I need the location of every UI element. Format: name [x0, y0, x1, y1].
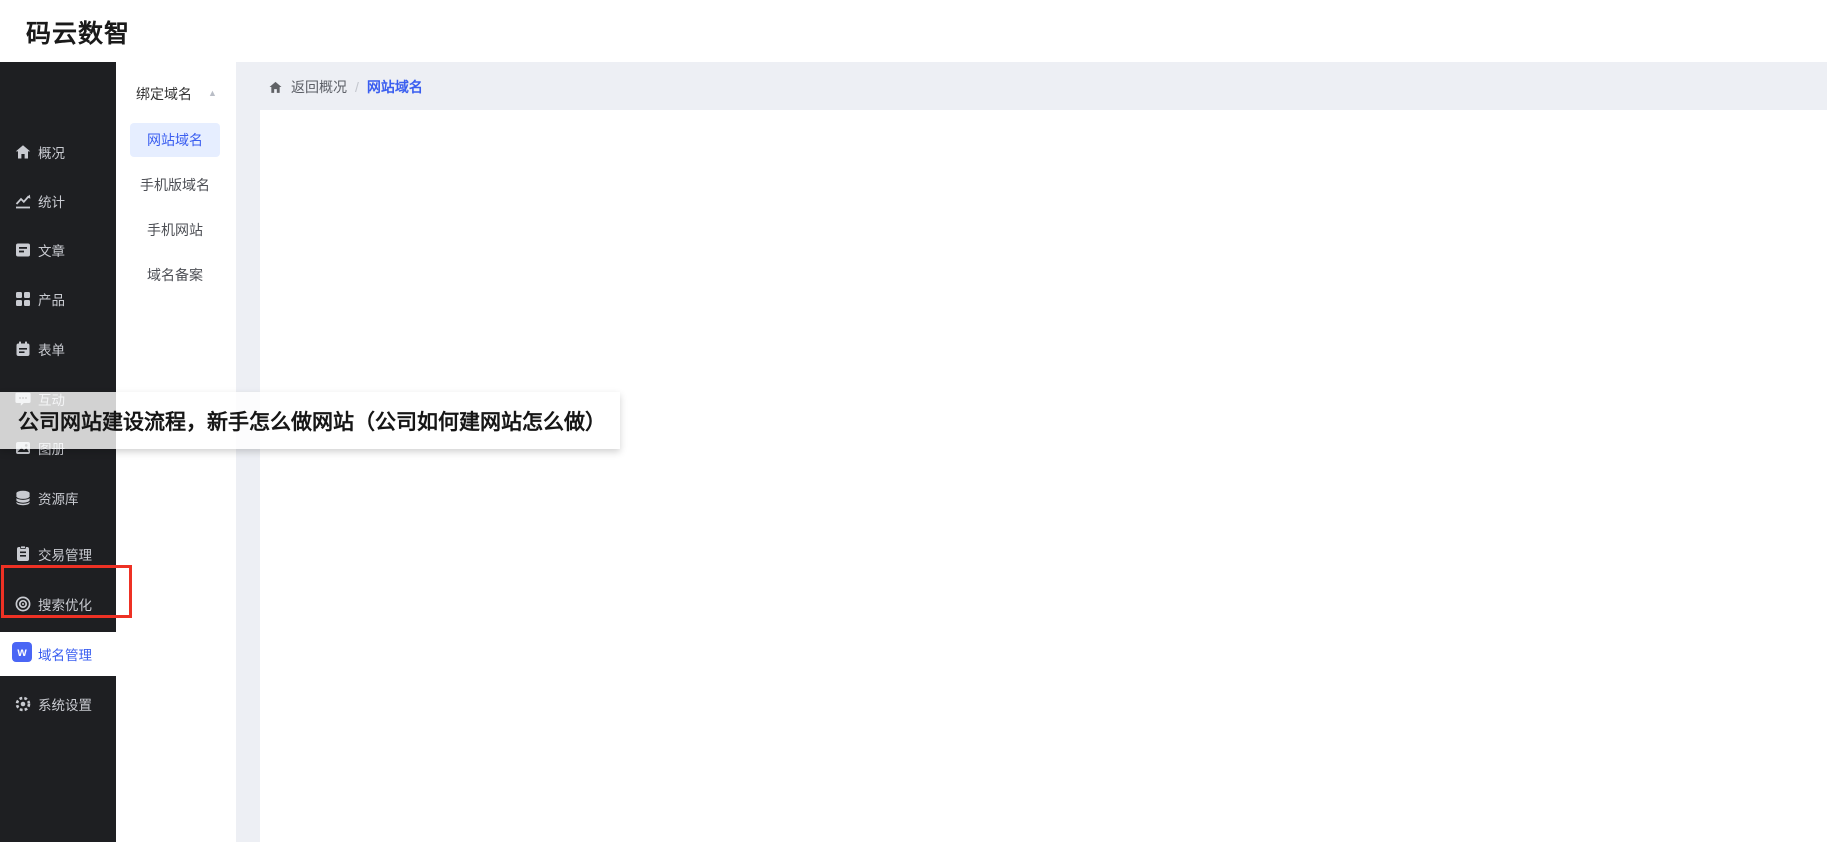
sidebar-item-seo[interactable]: 搜索优化	[0, 584, 116, 624]
database-icon	[14, 489, 32, 507]
breadcrumb-home-icon	[268, 80, 283, 95]
sidebar-item-resources[interactable]: 资源库	[0, 478, 116, 518]
sidebar-item-trade[interactable]: 交易管理	[0, 534, 116, 574]
sidebar-item-overview[interactable]: 概况	[0, 132, 116, 172]
chevron-up-icon[interactable]: ▲	[208, 88, 217, 98]
article-title-overlay: 公司网站建设流程，新手怎么做网站（公司如何建网站怎么做）	[0, 392, 620, 449]
app-window: 码云数智 概况 统计 文章 产品 表单 互动 图册	[0, 0, 1827, 842]
domain-w-icon: w	[12, 642, 32, 662]
content-area: 返回概况 / 网站域名	[236, 62, 1827, 842]
top-header: 码云数智	[0, 0, 1827, 62]
submenu-item-domain-record[interactable]: 域名备案	[130, 258, 220, 292]
submenu-item-mobile-domain[interactable]: 手机版域名	[130, 168, 220, 202]
breadcrumb-separator: /	[355, 79, 359, 95]
breadcrumb: 返回概况 / 网站域名	[268, 78, 423, 96]
main-sidebar: 概况 统计 文章 产品 表单 互动 图册 资源库	[0, 62, 116, 842]
sidebar-item-domains[interactable]: w 域名管理	[0, 632, 116, 676]
content-panel	[260, 110, 1827, 842]
sidebar-item-products[interactable]: 产品	[0, 279, 116, 319]
home-icon	[14, 143, 32, 161]
article-title: 公司网站建设流程，新手怎么做网站（公司如何建网站怎么做）	[0, 406, 606, 436]
breadcrumb-current: 网站域名	[367, 77, 423, 97]
app-logo: 码云数智	[26, 14, 130, 50]
submenu-item-mobile-site[interactable]: 手机网站	[130, 213, 220, 247]
product-grid-icon	[14, 290, 32, 308]
sidebar-item-articles[interactable]: 文章	[0, 230, 116, 270]
trade-icon	[14, 545, 32, 563]
domain-submenu: 绑定域名 ▲ 网站域名 手机版域名 手机网站 域名备案	[116, 62, 236, 842]
seo-icon	[14, 595, 32, 613]
breadcrumb-back-link[interactable]: 返回概况	[291, 77, 347, 97]
submenu-header[interactable]: 绑定域名	[136, 84, 192, 104]
sidebar-item-stats[interactable]: 统计	[0, 181, 116, 221]
form-icon	[14, 340, 32, 358]
stats-icon	[14, 192, 32, 210]
submenu-item-site-domain[interactable]: 网站域名	[130, 123, 220, 157]
sidebar-item-forms[interactable]: 表单	[0, 329, 116, 369]
sidebar-item-settings[interactable]: 系统设置	[0, 684, 116, 724]
article-icon	[14, 241, 32, 259]
gear-icon	[14, 695, 32, 713]
